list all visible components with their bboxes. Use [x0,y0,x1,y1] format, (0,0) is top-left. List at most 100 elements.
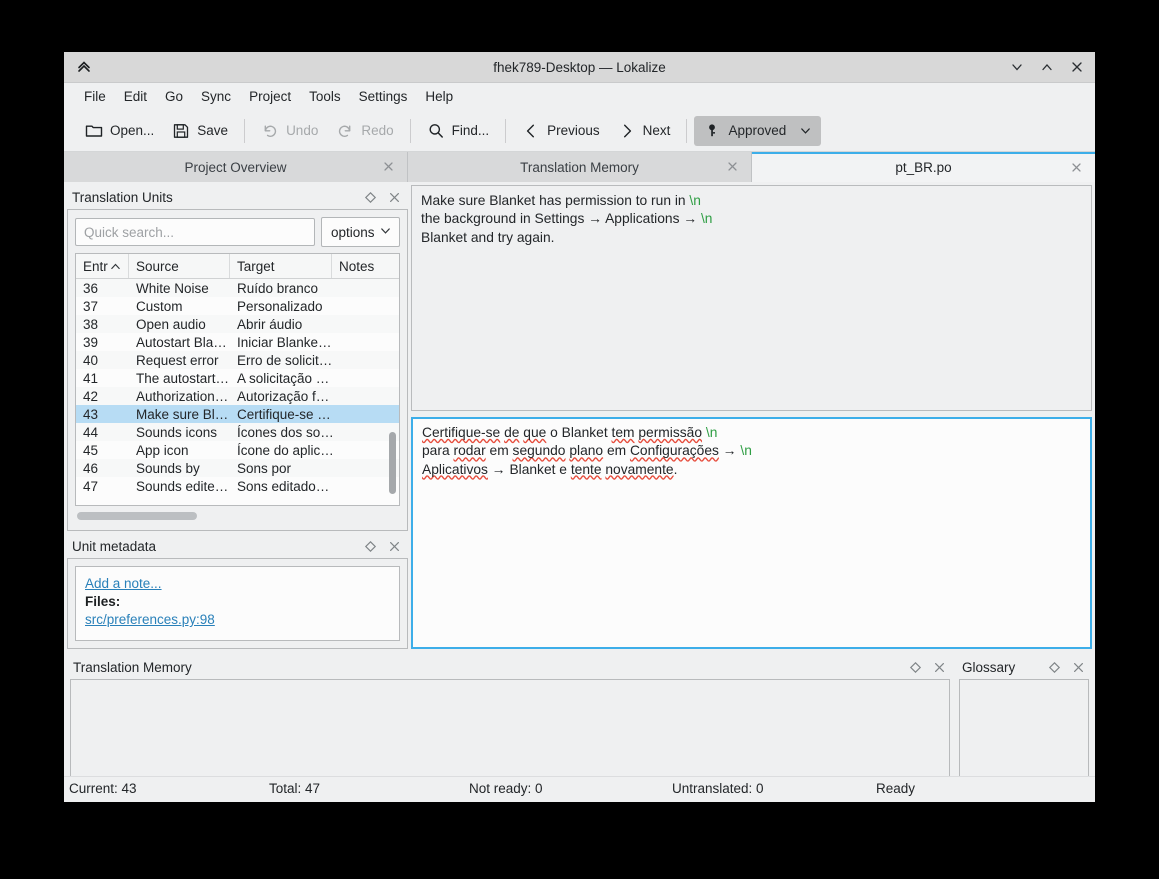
cell-entry: 39 [76,335,129,350]
open-label: Open... [110,123,154,138]
source-line-1: Make sure Blanket has permission to run … [421,192,1082,210]
target-text: para [422,443,450,458]
tab-translation-memory[interactable]: Translation Memory [408,152,752,182]
cell-target: Iniciar Blanke… [230,335,332,350]
table-row[interactable]: 46 Sounds by Sons por [76,459,399,477]
save-button[interactable]: Save [163,116,237,146]
tab-close-icon[interactable] [1070,161,1084,175]
shade-button[interactable] [64,52,104,82]
maximize-button[interactable] [1038,59,1055,76]
column-header-notes[interactable]: Notes [332,254,384,278]
previous-button[interactable]: Previous [513,116,609,146]
next-button[interactable]: Next [609,116,680,146]
cell-target: Certifique-se … [230,407,332,422]
table-row[interactable]: 40 Request error Erro de solicit… [76,351,399,369]
table-vertical-scrollbar[interactable] [387,280,398,504]
unit-metadata-panel: Add a note... Files: src/preferences.py:… [67,558,408,649]
menu-go[interactable]: Go [156,86,192,107]
folder-icon [85,122,103,140]
close-button[interactable] [1068,59,1085,76]
target-text: . [674,462,678,477]
approved-toggle[interactable]: Approved [694,116,821,146]
titlebar: fhek789-Desktop — Lokalize [64,52,1095,83]
column-header-target[interactable]: Target [230,254,332,278]
dock-title-label: Glossary [962,660,1015,675]
tab-close-icon[interactable] [726,160,740,174]
scrollbar-thumb[interactable] [77,512,197,520]
scrollbar-thumb[interactable] [389,432,396,494]
source-text-view: Make sure Blanket has permission to run … [411,185,1092,411]
table-row[interactable]: 39 Autostart Bla… Iniciar Blanke… [76,333,399,351]
tab-pt-br-po[interactable]: pt_BR.po [752,152,1095,182]
close-icon[interactable] [388,540,401,553]
tab-close-icon[interactable] [382,160,396,174]
tab-project-overview[interactable]: Project Overview [64,152,408,182]
float-icon[interactable] [364,540,377,553]
options-label: options [331,225,375,240]
float-icon[interactable] [909,661,922,674]
cell-source: Sounds by [129,461,230,476]
menu-sync[interactable]: Sync [192,86,240,107]
open-button[interactable]: Open... [76,116,163,146]
source-line-2: the background in Settings → Application… [421,210,1082,228]
cell-target: Erro de solicit… [230,353,332,368]
target-line-2: para rodar em segundo plano em Configura… [422,442,1081,460]
target-text: em [490,443,509,458]
table-row[interactable]: 37 Custom Personalizado [76,297,399,315]
arrow-glyph: → [588,211,602,226]
table-row[interactable]: 41 The autostart… A solicitação … [76,369,399,387]
menu-project[interactable]: Project [240,86,300,107]
add-note-link[interactable]: Add a note... [85,575,162,593]
chevron-left-icon [522,122,540,140]
cell-source: The autostart… [129,371,230,386]
column-header-source[interactable]: Source [129,254,230,278]
table-row[interactable]: 36 White Noise Ruído branco [76,279,399,297]
misspelled-word: permissão [638,425,702,440]
table-row[interactable]: 44 Sounds icons Ícones dos so… [76,423,399,441]
table-horizontal-scrollbar[interactable] [75,508,400,525]
table-row[interactable]: 42 Authorization… Autorização f… [76,387,399,405]
quick-search-input[interactable] [75,218,315,246]
dock-actions [909,661,953,674]
chevron-down-icon [379,224,392,240]
save-label: Save [197,123,228,138]
menu-help[interactable]: Help [416,86,462,107]
escape-sequence: \n [740,443,752,458]
lokalize-window: fhek789-Desktop — Lokalize File Edit Go [64,52,1095,802]
column-label: Source [136,259,179,274]
target-text-editor[interactable]: Certifique-se de que o Blanket tem permi… [411,417,1092,649]
cell-source: White Noise [129,281,230,296]
tab-label: Project Overview [184,160,286,175]
double-chevron-up-icon [76,59,92,75]
table-row-selected[interactable]: 43 Make sure Bl… Certifique-se … [76,405,399,423]
table-body: 36 White Noise Ruído branco 37 Custom Pe… [76,279,399,505]
close-icon[interactable] [933,661,946,674]
cell-entry: 37 [76,299,129,314]
find-button[interactable]: Find... [418,116,499,146]
toolbar-separator-2 [410,119,411,143]
translation-units-dock-title: Translation Units [67,185,408,209]
menu-file[interactable]: File [75,86,115,107]
table-row[interactable]: 38 Open audio Abrir áudio [76,315,399,333]
close-icon[interactable] [388,191,401,204]
window-controls [1008,52,1095,82]
float-icon[interactable] [364,191,377,204]
menu-tools[interactable]: Tools [300,86,350,107]
float-icon[interactable] [1048,661,1061,674]
table-row[interactable]: 45 App icon Ícone do aplic… [76,441,399,459]
close-icon[interactable] [1072,661,1085,674]
unit-metadata-dock-title: Unit metadata [67,534,408,558]
column-header-entry[interactable]: Entr [76,254,129,278]
file-reference-link[interactable]: src/preferences.py:98 [85,611,215,629]
menu-settings[interactable]: Settings [350,86,417,107]
table-row[interactable]: 47 Sounds edite… Sons editado… [76,477,399,495]
search-options-button[interactable]: options [321,217,400,247]
target-line-1: Certifique-se de que o Blanket tem permi… [422,424,1081,442]
menu-edit[interactable]: Edit [115,86,156,107]
cell-entry: 47 [76,479,129,494]
cell-source: Open audio [129,317,230,332]
dock-title-label: Unit metadata [72,539,156,554]
minimize-button[interactable] [1008,59,1025,76]
translation-units-panel: options Entr [67,209,408,531]
statusbar: Current: 43 Total: 47 Not ready: 0 Untra… [64,776,1095,802]
